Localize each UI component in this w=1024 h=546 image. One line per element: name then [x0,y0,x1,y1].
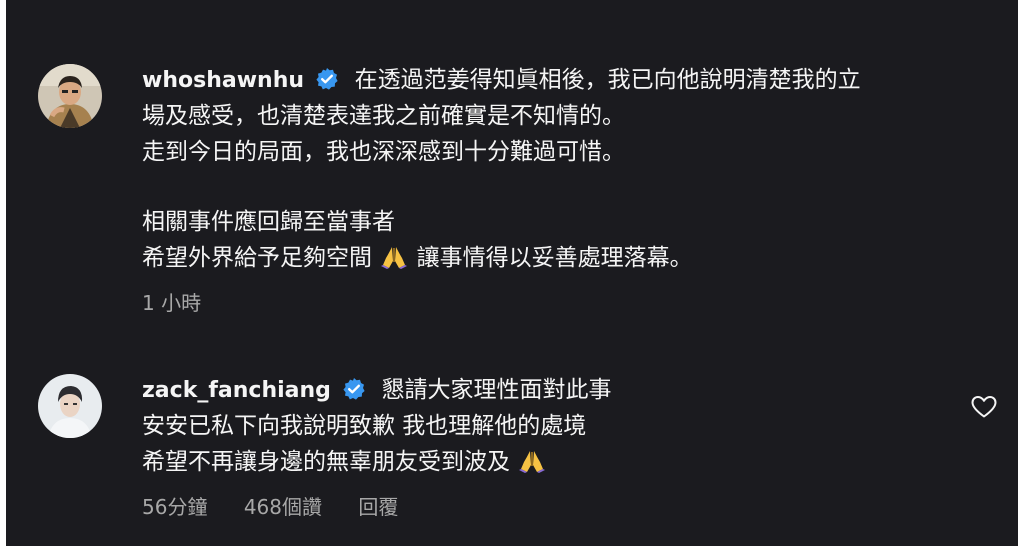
comment-text: 安安已私下向我說明致歉 我也理解他的處境 [142,413,587,439]
comment-text: 場及感受，也清楚表達我之前確實是不知情的。 [142,103,625,129]
likes-count[interactable]: 468個讚 [244,495,322,519]
verified-badge-icon [316,68,338,90]
verified-badge-icon [343,378,365,400]
username[interactable]: zack_fanchiang [142,378,331,403]
comment-text: 希望不再讓身邊的無辜朋友受到波及 [142,449,510,475]
comment-text: 在透過范姜得知眞相後，我已向他說明清楚我的立 [354,67,861,93]
folded-hands-icon [519,451,546,473]
heart-icon[interactable] [971,395,997,419]
username[interactable]: whoshawnhu [142,68,304,93]
comment-text: 懇請大家理性面對此事 [381,377,612,403]
comment-text: 希望外界給予足夠空間 [142,245,372,271]
comment-text: 相關事件應回歸至當事者 [142,209,395,235]
avatar[interactable] [38,374,102,438]
comment-text: 走到今日的局面，我也深深感到十分難過可惜。 [142,139,625,165]
avatar[interactable] [38,64,102,128]
reply-button[interactable]: 回覆 [358,495,398,519]
folded-hands-icon [381,247,408,269]
comment-timestamp[interactable]: 1 小時 [142,291,201,315]
comments-panel: whoshawnhu 在透過范姜得知眞相後，我已向他說明清楚我的立 場及感受，也… [6,0,1018,546]
comment-timestamp[interactable]: 56分鐘 [142,495,207,519]
comment-text: 讓事情得以妥善處理落幕。 [416,245,693,271]
